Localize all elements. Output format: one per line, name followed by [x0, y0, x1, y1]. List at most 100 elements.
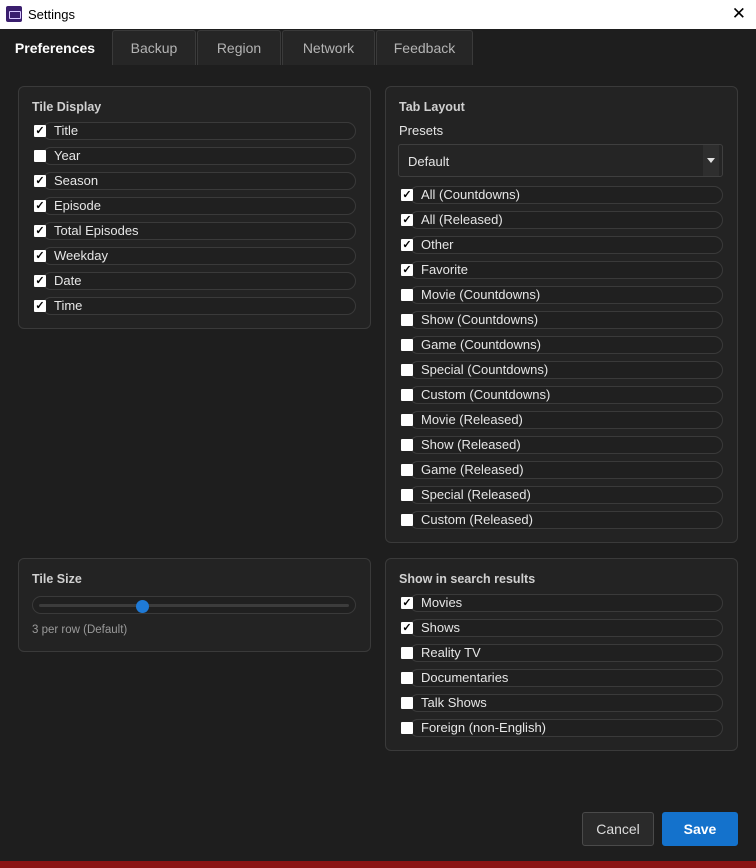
checkbox-row-background — [42, 147, 356, 165]
tab-layout-option-label: Favorite — [421, 262, 468, 277]
checkmark-icon[interactable]: ✓ — [401, 189, 413, 201]
checkbox-unchecked[interactable] — [401, 289, 413, 301]
presets-selected-value: Default — [408, 154, 450, 169]
tile-display-option-row[interactable]: Year — [34, 147, 356, 165]
cancel-button[interactable]: Cancel — [582, 812, 654, 846]
checkbox-unchecked[interactable] — [401, 339, 413, 351]
checkmark-icon[interactable]: ✓ — [34, 250, 46, 262]
tab-layout-option-row[interactable]: Show (Released) — [401, 436, 723, 454]
tab-layout-option-label: Movie (Released) — [421, 412, 523, 427]
tile-display-option-label: Time — [54, 298, 83, 313]
tile-display-option-row[interactable]: ✓ Weekday — [34, 247, 356, 265]
search-results-option-label: Shows — [421, 620, 461, 635]
tile-display-option-row[interactable]: ✓ Date — [34, 272, 356, 290]
search-results-option-label: Talk Shows — [421, 695, 487, 710]
tab-layout-title: Tab Layout — [399, 100, 465, 114]
checkbox-unchecked[interactable] — [401, 389, 413, 401]
checkbox-row-background — [409, 236, 723, 254]
tile-display-option-row[interactable]: ✓ Title — [34, 122, 356, 140]
tile-display-option-row[interactable]: ✓ Time — [34, 297, 356, 315]
tab-backup[interactable]: Backup — [112, 30, 196, 65]
checkbox-unchecked[interactable] — [401, 514, 413, 526]
title-bar: Settings ✕ — [0, 0, 756, 29]
save-button[interactable]: Save — [662, 812, 738, 846]
checkbox-unchecked[interactable] — [401, 722, 413, 734]
tab-layout-option-row[interactable]: ✓ Favorite — [401, 261, 723, 279]
checkbox-unchecked[interactable] — [34, 150, 46, 162]
tab-layout-option-label: All (Countdowns) — [421, 187, 520, 202]
tab-bar: Preferences Backup Region Network Feedba… — [0, 29, 756, 66]
tab-region[interactable]: Region — [197, 30, 281, 65]
checkbox-unchecked[interactable] — [401, 489, 413, 501]
tab-layout-option-label: Special (Released) — [421, 487, 531, 502]
tab-layout-option-row[interactable]: Special (Released) — [401, 486, 723, 504]
close-icon[interactable]: ✕ — [732, 4, 746, 24]
tab-layout-option-label: Game (Countdowns) — [421, 337, 541, 352]
checkbox-unchecked[interactable] — [401, 697, 413, 709]
search-results-option-row[interactable]: Foreign (non-English) — [401, 719, 723, 737]
tab-layout-option-row[interactable]: Game (Countdowns) — [401, 336, 723, 354]
checkmark-icon[interactable]: ✓ — [34, 200, 46, 212]
search-results-option-row[interactable]: ✓ Movies — [401, 594, 723, 612]
tile-display-option-row[interactable]: ✓ Total Episodes — [34, 222, 356, 240]
search-results-option-label: Foreign (non-English) — [421, 720, 547, 735]
tab-preferences[interactable]: Preferences — [0, 30, 110, 65]
tile-size-title: Tile Size — [32, 572, 82, 586]
tab-layout-option-row[interactable]: Custom (Released) — [401, 511, 723, 529]
tile-size-slider[interactable] — [32, 596, 356, 614]
search-results-option-row[interactable]: Reality TV — [401, 644, 723, 662]
checkbox-unchecked[interactable] — [401, 647, 413, 659]
checkbox-unchecked[interactable] — [401, 364, 413, 376]
tab-layout-option-label: Other — [421, 237, 454, 252]
checkmark-icon[interactable]: ✓ — [401, 239, 413, 251]
checkmark-icon[interactable]: ✓ — [34, 300, 46, 312]
slider-handle[interactable] — [136, 600, 149, 613]
checkmark-icon[interactable]: ✓ — [34, 225, 46, 237]
tab-layout-option-label: Movie (Countdowns) — [421, 287, 541, 302]
tab-feedback[interactable]: Feedback — [376, 30, 473, 65]
search-results-option-row[interactable]: Talk Shows — [401, 694, 723, 712]
checkbox-unchecked[interactable] — [401, 414, 413, 426]
chevron-down-icon[interactable] — [703, 145, 719, 176]
window-title: Settings — [28, 7, 75, 22]
checkbox-unchecked[interactable] — [401, 672, 413, 684]
tile-display-option-label: Weekday — [54, 248, 108, 263]
checkmark-icon[interactable]: ✓ — [34, 175, 46, 187]
search-results-option-label: Documentaries — [421, 670, 509, 685]
checkbox-row-background — [42, 272, 356, 290]
tab-layout-option-row[interactable]: Special (Countdowns) — [401, 361, 723, 379]
tab-layout-option-label: Game (Released) — [421, 462, 524, 477]
search-results-option-label: Movies — [421, 595, 463, 610]
tab-layout-option-row[interactable]: Game (Released) — [401, 461, 723, 479]
checkbox-row-background — [42, 297, 356, 315]
tile-display-option-row[interactable]: ✓ Season — [34, 172, 356, 190]
tile-size-caption: 3 per row (Default) — [32, 624, 128, 636]
tab-layout-option-row[interactable]: Custom (Countdowns) — [401, 386, 723, 404]
tile-display-option-label: Total Episodes — [54, 223, 139, 238]
checkbox-unchecked[interactable] — [401, 314, 413, 326]
tab-layout-option-row[interactable]: Show (Countdowns) — [401, 311, 723, 329]
checkmark-icon[interactable]: ✓ — [401, 597, 413, 609]
tab-layout-option-row[interactable]: Movie (Released) — [401, 411, 723, 429]
tab-layout-option-row[interactable]: ✓ Other — [401, 236, 723, 254]
search-results-title: Show in search results — [399, 572, 536, 586]
checkbox-unchecked[interactable] — [401, 464, 413, 476]
checkmark-icon[interactable]: ✓ — [401, 214, 413, 226]
checkmark-icon[interactable]: ✓ — [34, 275, 46, 287]
checkbox-unchecked[interactable] — [401, 439, 413, 451]
tab-network[interactable]: Network — [282, 30, 375, 65]
tab-layout-option-row[interactable]: Movie (Countdowns) — [401, 286, 723, 304]
tab-layout-option-row[interactable]: ✓ All (Released) — [401, 211, 723, 229]
tile-display-option-row[interactable]: ✓ Episode — [34, 197, 356, 215]
checkmark-icon[interactable]: ✓ — [34, 125, 46, 137]
checkmark-icon[interactable]: ✓ — [401, 264, 413, 276]
background-strip — [0, 861, 756, 868]
checkmark-icon[interactable]: ✓ — [401, 622, 413, 634]
search-results-option-row[interactable]: ✓ Shows — [401, 619, 723, 637]
tab-layout-option-label: All (Released) — [421, 212, 503, 227]
tab-layout-option-row[interactable]: ✓ All (Countdowns) — [401, 186, 723, 204]
search-results-option-row[interactable]: Documentaries — [401, 669, 723, 687]
presets-label: Presets — [399, 123, 444, 138]
presets-dropdown[interactable]: Default — [398, 144, 723, 177]
tile-display-option-label: Date — [54, 273, 82, 288]
